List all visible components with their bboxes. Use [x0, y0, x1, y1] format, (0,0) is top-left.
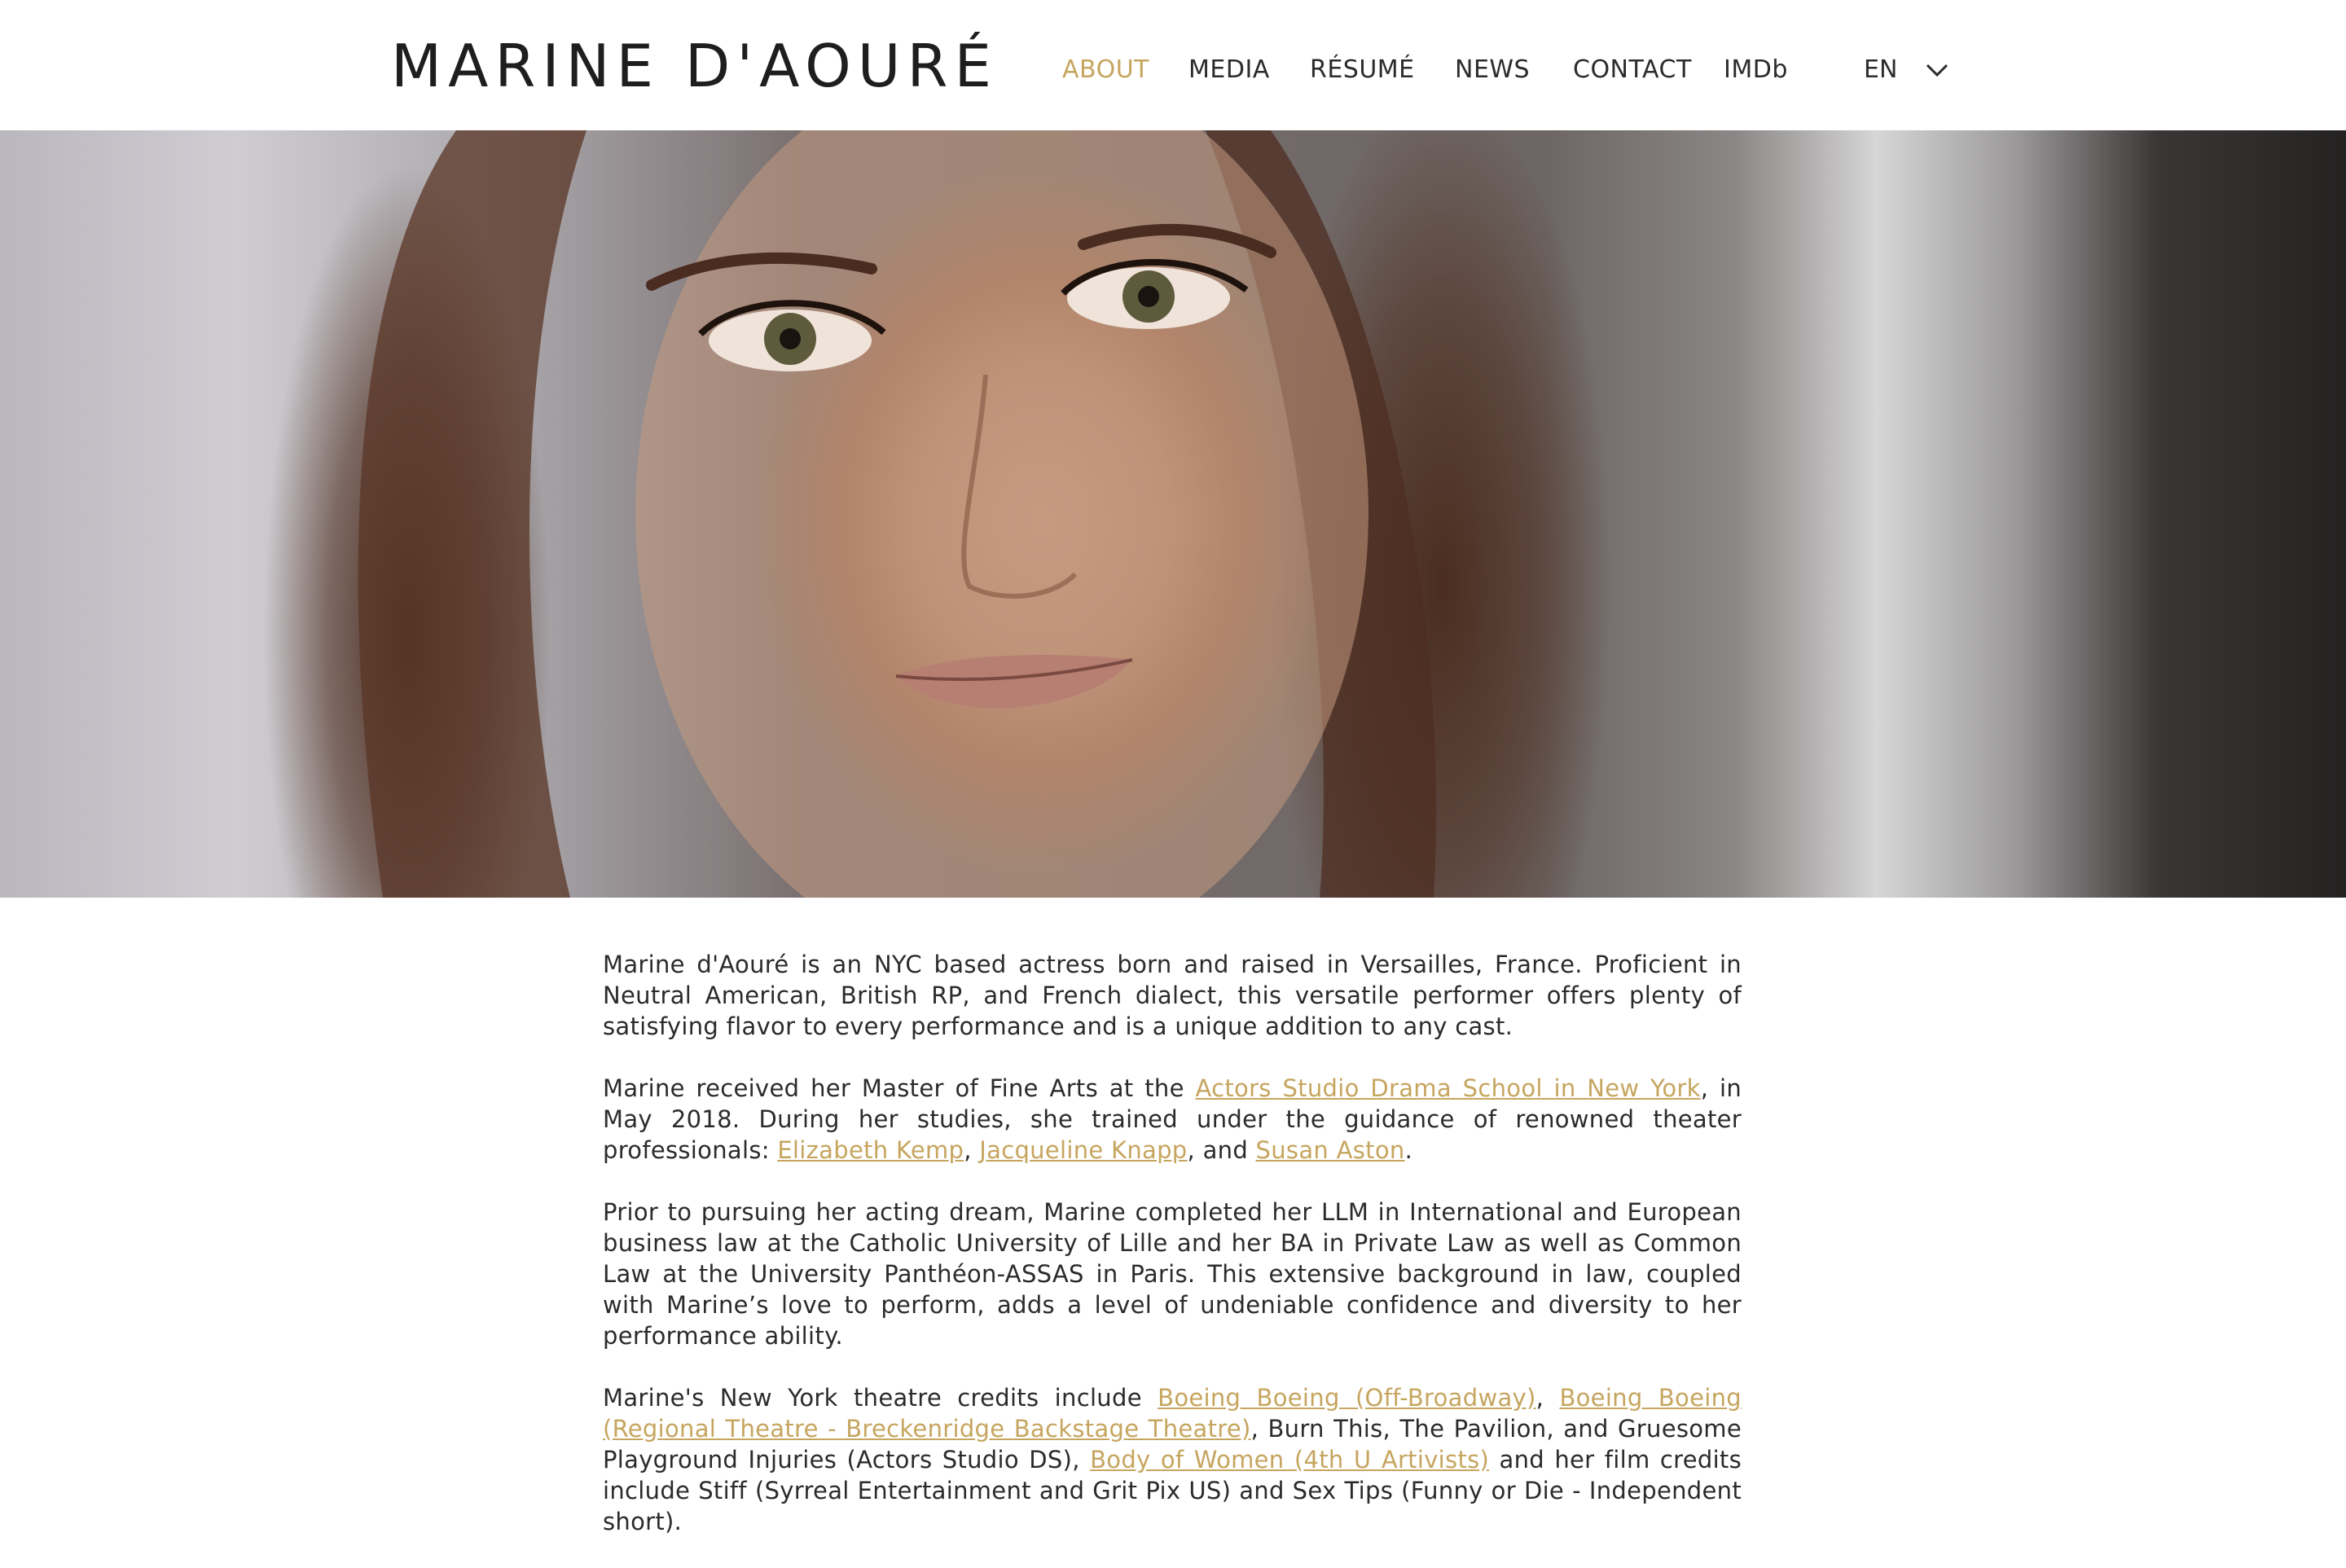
about-section: Marine d'Aouré is an NYC based actress b… [603, 949, 1742, 1568]
text-segment: , and [1187, 1136, 1256, 1164]
link-boeing-off-broadway[interactable]: Boeing Boeing (Off-Broadway) [1158, 1384, 1536, 1412]
main-nav: ABOUT MEDIA RÉSUMÉ NEWS CONTACT IMDb [0, 52, 2346, 88]
text-segment: , [964, 1136, 980, 1164]
nav-item-media[interactable]: MEDIA [1188, 52, 1270, 88]
link-jacqueline-knapp[interactable]: Jacqueline Knapp [979, 1136, 1187, 1164]
about-paragraph-credits: Marine's New York theatre credits includ… [603, 1382, 1742, 1537]
text-segment: , [1535, 1384, 1560, 1412]
nav-item-resume[interactable]: RÉSUMÉ [1310, 52, 1415, 88]
nav-item-imdb[interactable]: IMDb [1724, 52, 1788, 88]
link-actors-studio[interactable]: Actors Studio Drama School in New York [1195, 1074, 1700, 1102]
nav-item-news[interactable]: NEWS [1455, 52, 1530, 88]
about-paragraph-intro: Marine d'Aouré is an NYC based actress b… [603, 951, 1742, 1040]
text-segment: Marine received her Master of Fine Arts … [603, 1074, 1196, 1102]
site-header: MARINE D'AOURÉ ABOUT MEDIA RÉSUMÉ NEWS C… [0, 0, 2346, 130]
about-paragraph-law: Prior to pursuing her acting dream, Mari… [603, 1198, 1742, 1350]
nav-item-contact[interactable]: CONTACT [1573, 52, 1692, 88]
text-segment: . [1404, 1136, 1413, 1164]
link-susan-aston[interactable]: Susan Aston [1256, 1136, 1405, 1164]
chevron-down-icon[interactable] [1924, 59, 1950, 81]
link-body-of-women[interactable]: Body of Women (4th U Artivists) [1090, 1446, 1489, 1474]
hero-portrait-image [0, 130, 2346, 898]
link-elizabeth-kemp[interactable]: Elizabeth Kemp [777, 1136, 964, 1164]
nav-item-about[interactable]: ABOUT [1062, 52, 1149, 88]
text-segment: Marine's New York theatre credits includ… [603, 1384, 1158, 1412]
about-paragraph-education: Marine received her Master of Fine Arts … [603, 1073, 1742, 1166]
language-selector[interactable]: EN [1864, 52, 1897, 88]
portrait-illustration [358, 130, 1437, 898]
